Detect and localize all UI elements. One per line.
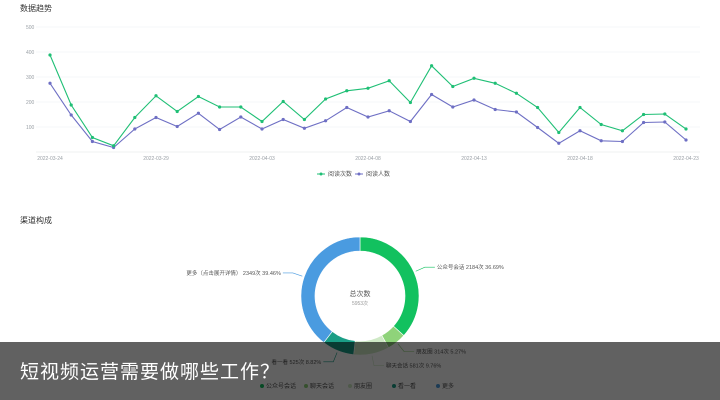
caption-text: 短视频运营需要做哪些工作？ — [20, 362, 281, 383]
donut-slice — [359, 236, 420, 336]
donut-center-title: 总次数 — [350, 289, 371, 298]
slice-leader-line — [282, 272, 303, 277]
slice-label: 公众号会话 2184次 36.69% — [437, 263, 504, 271]
channel-donut-chart: 公众号会话 2184次 36.69%朋友圈 314次 5.27%聊天会话 581… — [186, 236, 504, 390]
slice-leader-line — [415, 266, 435, 272]
donut-center-value: 5953次 — [352, 300, 368, 307]
slice-label: 更多（点击展开详情） 2349次 39.46% — [186, 269, 281, 277]
donut-slice — [300, 236, 361, 343]
